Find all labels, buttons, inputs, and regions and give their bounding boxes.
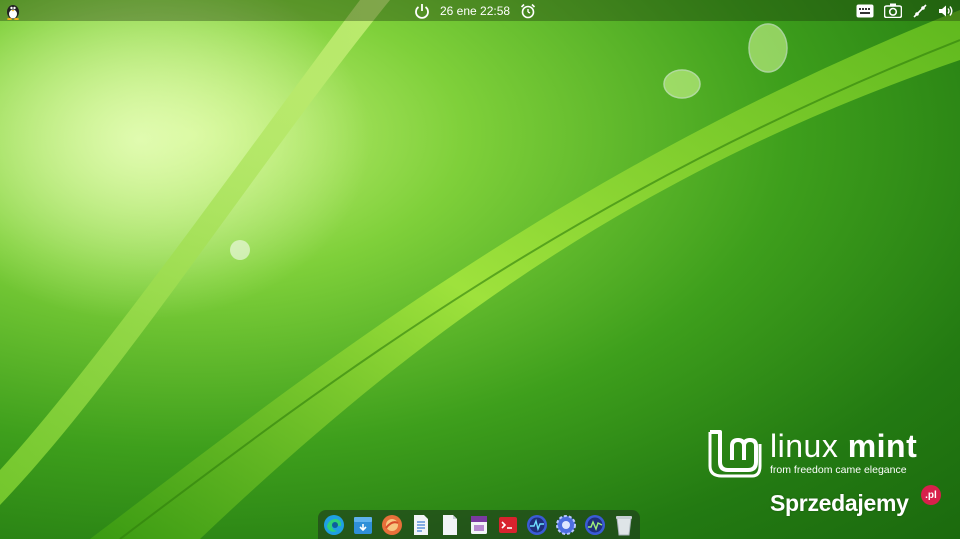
- calendar-app-icon[interactable]: [468, 514, 490, 536]
- terminal-icon[interactable]: [497, 514, 519, 536]
- firefox-like-icon[interactable]: [381, 514, 403, 536]
- power-icon[interactable]: [414, 3, 430, 19]
- network-icon[interactable]: [912, 3, 928, 19]
- dock: [318, 510, 640, 539]
- volume-icon[interactable]: [938, 4, 954, 18]
- camera-icon[interactable]: [884, 3, 902, 18]
- penguin-menu-icon[interactable]: [4, 2, 22, 20]
- brand-tagline: from freedom came elegance: [770, 464, 907, 476]
- mint-emblem-icon: [708, 430, 762, 478]
- brand-name: linux mint: [770, 430, 917, 462]
- edge-browser-icon[interactable]: [323, 514, 345, 536]
- activity-monitor-icon[interactable]: [584, 514, 606, 536]
- sprzedajemy-watermark: Sprzedajemy: [770, 490, 909, 516]
- settings-gear-icon[interactable]: [555, 514, 577, 536]
- blank-document-icon[interactable]: [439, 514, 461, 536]
- software-store-icon[interactable]: [352, 514, 374, 536]
- brand-name-mint: mint: [847, 428, 918, 464]
- text-document-icon[interactable]: [410, 514, 432, 536]
- system-monitor-icon[interactable]: [526, 514, 548, 536]
- top-panel: 26 ene 22:58: [0, 0, 960, 21]
- trash-icon[interactable]: [613, 514, 635, 536]
- keyboard-icon[interactable]: [856, 4, 874, 18]
- brand-name-linux: linux: [770, 428, 839, 464]
- alarm-clock-icon[interactable]: [520, 3, 536, 19]
- panel-clock[interactable]: 26 ene 22:58: [440, 4, 510, 18]
- watermark-pl-badge: .pl: [921, 485, 941, 505]
- linux-mint-logo: linux mint from freedom came elegance: [708, 430, 917, 478]
